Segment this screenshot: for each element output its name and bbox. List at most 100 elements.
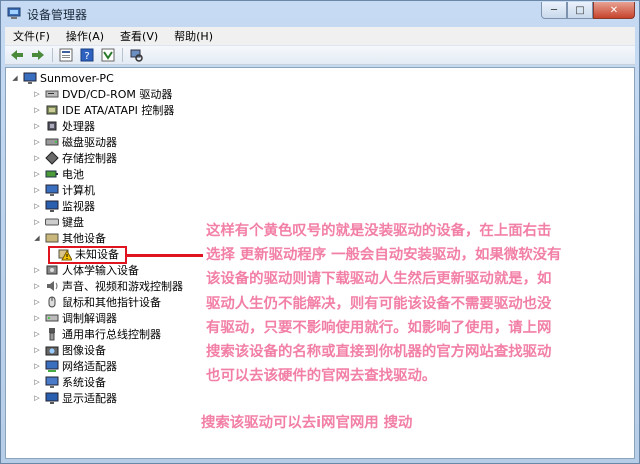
tree-item-label: 网络适配器	[62, 360, 117, 373]
display-adapter-icon	[45, 391, 59, 405]
tree-item-ide[interactable]: ▷ IDE ATA/ATAPI 控制器	[32, 102, 174, 118]
help-icon[interactable]: ?	[79, 47, 95, 63]
menu-help[interactable]: 帮助(H)	[166, 28, 221, 44]
tree-item-usb[interactable]: ▷ 通用串行总线控制器	[32, 326, 161, 342]
ide-controller-icon	[45, 103, 59, 117]
tree-item-imaging[interactable]: ▷ 图像设备	[32, 342, 106, 358]
monitor-icon	[45, 199, 59, 213]
tree-item-storage[interactable]: ▷ 存储控制器	[32, 150, 117, 166]
expand-arrow-icon[interactable]: ▷	[32, 134, 42, 150]
expand-arrow-icon[interactable]: ▷	[32, 262, 42, 278]
forward-arrow-icon[interactable]	[30, 47, 46, 63]
other-devices-icon	[45, 231, 59, 245]
imaging-icon	[45, 343, 59, 357]
annotation-line: 有驱动，只要不影响使用就行。如影响了使用，请上网	[206, 319, 552, 336]
keyboard-icon	[45, 215, 59, 229]
expand-arrow-icon[interactable]: ▷	[32, 374, 42, 390]
expand-arrow-icon[interactable]: ▷	[32, 326, 42, 342]
tree-item-sound[interactable]: ▷ 声音、视频和游戏控制器	[32, 278, 183, 294]
annotation-line: 搜索该设备的名称或直接到你机器的官方网站查找驱动	[206, 344, 552, 361]
title-bar[interactable]: 设备管理器 ─ □ ✕	[1, 1, 639, 27]
tree-item-battery[interactable]: ▷ 电池	[32, 166, 84, 182]
expand-arrow-icon[interactable]: ▷	[32, 310, 42, 326]
expand-arrow-icon[interactable]: ▷	[32, 214, 42, 230]
dvd-drive-icon	[45, 87, 59, 101]
tree-item-processor[interactable]: ▷ 处理器	[32, 118, 95, 134]
device-manager-window: 设备管理器 ─ □ ✕ 文件(F) 操作(A) 查看(V) 帮助(H) ? ◢ …	[0, 0, 640, 464]
tree-item-display[interactable]: ▷ 显示适配器	[32, 390, 117, 406]
scan-hardware-icon[interactable]	[128, 47, 144, 63]
expand-arrow-icon[interactable]: ▷	[32, 182, 42, 198]
expand-arrow-icon[interactable]: ▷	[32, 278, 42, 294]
collapse-arrow-icon[interactable]: ◢	[10, 70, 20, 86]
menu-action[interactable]: 操作(A)	[58, 28, 112, 44]
annotation-line: 也可以去该硬件的官网去查找驱动。	[206, 368, 437, 385]
computer-root-icon	[23, 71, 37, 85]
annotation-line: 驱动人生仍不能解决，则有可能该设备不需要驱动也没	[206, 295, 552, 312]
menu-bar: 文件(F) 操作(A) 查看(V) 帮助(H)	[5, 27, 635, 45]
expand-arrow-icon[interactable]: ▷	[32, 342, 42, 358]
expand-arrow-icon[interactable]: ▷	[32, 118, 42, 134]
tree-item-label: DVD/CD-ROM 驱动器	[62, 88, 173, 101]
tree-item-monitor[interactable]: ▷ 监视器	[32, 198, 95, 214]
maximize-button[interactable]: □	[567, 2, 593, 19]
network-adapter-icon	[45, 359, 59, 373]
window-title: 设备管理器	[27, 8, 88, 22]
tree-item-label: 其他设备	[62, 232, 106, 245]
expand-arrow-icon[interactable]: ▷	[32, 390, 42, 406]
expand-arrow-icon[interactable]: ▷	[32, 166, 42, 182]
tree-item-label: 计算机	[62, 184, 95, 197]
disk-drive-icon	[45, 135, 59, 149]
tree-item-label: 鼠标和其他指针设备	[62, 296, 161, 309]
annotation-line: 该设备的驱动则请下载驱动人生然后更新驱动就是，如	[206, 271, 552, 288]
minimize-button[interactable]: ─	[541, 2, 567, 19]
annotation-footer: 搜索该驱动可以去i网官网用 搜动	[201, 415, 413, 431]
tree-item-label: 磁盘驱动器	[62, 136, 117, 149]
tree-item-system[interactable]: ▷ 系统设备	[32, 374, 106, 390]
update-driver-icon[interactable]	[100, 47, 116, 63]
properties-icon[interactable]	[58, 47, 74, 63]
expand-arrow-icon[interactable]: ▷	[32, 198, 42, 214]
storage-controller-icon	[45, 151, 59, 165]
toolbar: ?	[5, 45, 635, 65]
tree-item-disk[interactable]: ▷ 磁盘驱动器	[32, 134, 117, 150]
expand-arrow-icon[interactable]: ▷	[32, 294, 42, 310]
modem-icon	[45, 311, 59, 325]
menu-view[interactable]: 查看(V)	[112, 28, 166, 44]
annotation-line: 这样有个黄色叹号的就是没装驱动的设备，在上面右击	[206, 223, 552, 239]
tree-item-label: 图像设备	[62, 344, 106, 357]
expand-arrow-icon[interactable]: ▷	[32, 358, 42, 374]
annotation-text: 这样有个黄色叹号的就是没装驱动的设备，在上面右击 选择 更新驱动程序 一般会自动…	[206, 219, 586, 388]
tree-item-hid[interactable]: ▷ 人体学输入设备	[32, 262, 139, 278]
tree-item-keyboard[interactable]: ▷ 键盘	[32, 214, 84, 230]
tree-item-label: 存储控制器	[62, 152, 117, 165]
sound-icon	[45, 279, 59, 293]
tree-item-modem[interactable]: ▷ 调制解调器	[32, 310, 117, 326]
device-manager-icon	[7, 7, 21, 19]
caption-buttons: ─ □ ✕	[541, 2, 635, 19]
tree-root[interactable]: ◢ Sunmover-PC	[10, 70, 114, 86]
tree-item-network[interactable]: ▷ 网络适配器	[32, 358, 117, 374]
tree-item-label: 处理器	[62, 120, 95, 133]
toolbar-separator	[122, 48, 123, 62]
battery-icon	[45, 167, 59, 181]
collapse-arrow-icon[interactable]: ◢	[32, 230, 42, 246]
processor-icon	[45, 119, 59, 133]
tree-item-computer[interactable]: ▷ 计算机	[32, 182, 95, 198]
menu-file[interactable]: 文件(F)	[5, 28, 58, 44]
tree-item-dvd[interactable]: ▷ DVD/CD-ROM 驱动器	[32, 86, 172, 102]
tree-item-label: 监视器	[62, 200, 95, 213]
expand-arrow-icon[interactable]: ▷	[32, 102, 42, 118]
expand-arrow-icon[interactable]: ▷	[32, 150, 42, 166]
mouse-icon	[45, 295, 59, 309]
tree-item-label: 显示适配器	[62, 392, 117, 405]
tree-item-label: 通用串行总线控制器	[62, 328, 161, 341]
tree-item-label: 键盘	[62, 216, 84, 229]
tree-item-mouse[interactable]: ▷ 鼠标和其他指针设备	[32, 294, 161, 310]
expand-arrow-icon[interactable]: ▷	[32, 86, 42, 102]
tree-item-label: 电池	[62, 168, 84, 181]
back-arrow-icon[interactable]	[9, 47, 25, 63]
tree-item-other-devices[interactable]: ◢ 其他设备	[32, 230, 106, 246]
tree-root-label: Sunmover-PC	[40, 71, 114, 85]
close-button[interactable]: ✕	[593, 2, 635, 19]
